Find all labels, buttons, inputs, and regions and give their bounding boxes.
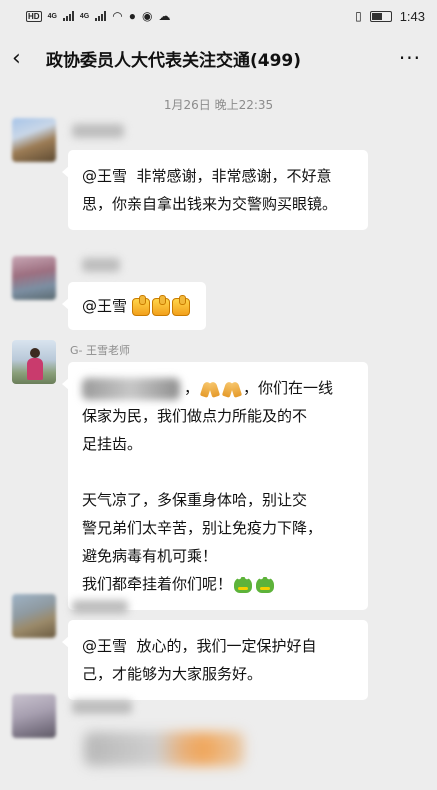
chat-title: 政协委员人大代表关注交通(499) [46,50,302,71]
avatar[interactable] [12,694,56,738]
blurred-message[interactable] [84,732,244,766]
sender-name: G- 王雪老师 [70,344,130,357]
more-dots-icon[interactable]: ··· [399,46,425,70]
message-bubble[interactable]: @王雪 [62,282,206,330]
message-bubble[interactable]: ， ，你们在一线 保家为民，我们做点力所能及的不 足挂齿。 天气凉了，多保重身体哈… [62,362,368,610]
message-text: @王雪 非常感谢，非常感谢，不好意思，你亲自拿出钱来为交警购买眼镜。 [82,167,338,213]
blurred-mention [82,377,180,400]
message-first-line: ， ，你们在一线 [82,374,354,402]
message-text: @王雪 放心的，我们一定保护好自 己，才能够为大家服务好。 [82,637,317,683]
avatar-figure [30,348,40,358]
message-text: @王雪 [82,297,132,315]
avatar[interactable] [12,118,56,162]
message-text: ，你们在一线 [243,379,334,397]
folded-hands-icon [222,381,242,397]
folded-hands-icon [200,381,220,397]
chat-header: ‹ 政协委员人大代表关注交通(499) ··· [0,32,437,84]
chat-bubble-icon: ● [128,9,136,23]
message-text: 保家为民，我们做点力所能及的不 足挂齿。 天气凉了，多保重身体哈，别让交 警兄弟… [82,407,323,593]
thumbs-up-icon [151,294,170,316]
message-body: 保家为民，我们做点力所能及的不 足挂齿。 天气凉了，多保重身体哈，别让交 警兄弟… [82,402,354,598]
thumbs-up-icon [171,294,190,316]
frog-emoji-icon [234,573,253,593]
frog-emoji-icon [256,573,275,593]
sender-name-blurred [72,124,124,138]
sender-name-blurred [72,600,128,614]
chevron-left-icon[interactable]: ‹ [12,46,40,71]
clock: 1:43 [399,8,425,24]
network-label-2: 4G [79,12,90,20]
sender-name-blurred [72,700,132,714]
status-right: ▯ 1:43 [355,9,425,24]
cloud-icon: ☁ [158,9,171,23]
status-left: HD 4G 4G ◠ ● ◉ ☁ [26,9,170,23]
signal-icon [62,11,74,21]
status-bar: HD 4G 4G ◠ ● ◉ ☁ ▯ 1:43 [0,0,437,32]
message-bubble[interactable]: @王雪 放心的，我们一定保护好自 己，才能够为大家服务好。 [62,620,368,700]
network-label-1: 4G [47,12,57,20]
avatar-figure-body [27,358,43,380]
vibrate-icon: ▯ [355,9,362,23]
avatar[interactable] [12,594,56,638]
sender-name-blurred [82,258,120,272]
message-text: ， [184,379,200,397]
message-bubble[interactable]: @王雪 非常感谢，非常感谢，不好意思，你亲自拿出钱来为交警购买眼镜。 [62,150,368,230]
avatar[interactable] [12,340,56,384]
signal-icon-2 [95,11,107,21]
avatar[interactable] [12,256,56,300]
hd-icon: HD [26,10,42,22]
message-timestamp: 1月26日 晚上22:35 [163,98,274,112]
app-icon: ◉ [141,9,153,23]
thumbs-up-icon [131,294,150,316]
wifi-icon: ◠ [112,9,123,23]
battery-icon [369,10,392,22]
